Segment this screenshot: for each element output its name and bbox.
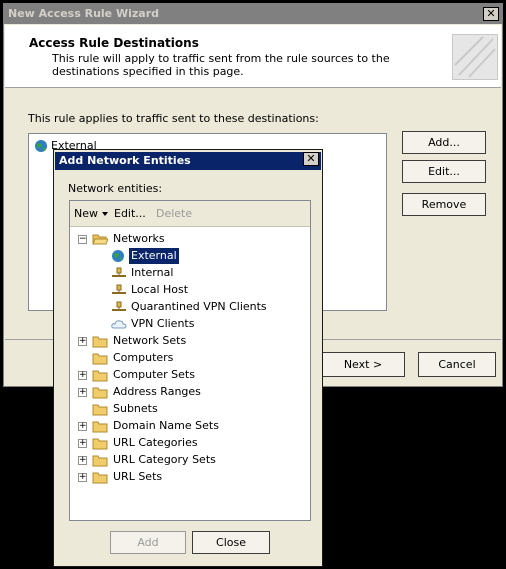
tree-node-network-sets[interactable]: + Network Sets xyxy=(70,333,310,349)
globe-icon xyxy=(112,250,124,262)
tree-node-domain-name-sets[interactable]: + Domain Name Sets xyxy=(70,418,310,434)
add-button-disabled[interactable]: Add xyxy=(110,531,186,554)
tree-label: VPN Clients xyxy=(131,317,195,330)
expand-icon[interactable]: + xyxy=(78,337,87,346)
cancel-button[interactable]: Cancel xyxy=(418,352,496,377)
tree-label: URL Sets xyxy=(113,470,163,483)
folder-icon xyxy=(92,421,108,433)
edit-toolbar-button[interactable]: Edit... xyxy=(114,207,146,220)
tree-label: Subnets xyxy=(113,402,158,415)
tree-label: Computer Sets xyxy=(113,368,195,381)
tree-label: Network Sets xyxy=(113,334,187,347)
tree-label: Networks xyxy=(113,232,165,245)
folder-icon xyxy=(92,336,108,348)
tree-label: External xyxy=(129,248,179,264)
expand-icon[interactable]: + xyxy=(78,473,87,482)
expand-icon[interactable]: + xyxy=(78,422,87,431)
remove-button[interactable]: Remove xyxy=(402,193,486,216)
expand-icon[interactable]: + xyxy=(78,439,87,448)
folder-icon xyxy=(92,370,108,382)
tree-label: URL Categories xyxy=(113,436,198,449)
add-network-entities-dialog: Add Network Entities ✕ Network entities:… xyxy=(53,149,323,567)
next-button[interactable]: Next > xyxy=(321,352,405,377)
tree-node-computers[interactable]: Computers xyxy=(70,350,310,366)
expand-icon[interactable]: + xyxy=(78,388,87,397)
tree-node-external[interactable]: External xyxy=(70,248,310,264)
tree-node-url-categories[interactable]: + URL Categories xyxy=(70,435,310,451)
tree-label: Computers xyxy=(113,351,174,364)
tree-node-vpn-clients[interactable]: VPN Clients xyxy=(70,316,310,332)
page-description: This rule will apply to traffic sent fro… xyxy=(52,52,390,78)
wizard-logo-icon xyxy=(452,34,498,80)
close-button[interactable]: Close xyxy=(192,531,270,554)
folder-icon xyxy=(92,438,108,450)
folder-icon xyxy=(92,472,108,484)
globe-icon xyxy=(35,140,47,152)
wizard-close-button[interactable]: ✕ xyxy=(483,7,499,21)
network-icon xyxy=(112,267,126,277)
folder-icon xyxy=(92,455,108,467)
network-entities-tree[interactable]: − Networks External Internal Local Host xyxy=(70,228,310,518)
expand-icon[interactable]: + xyxy=(78,456,87,465)
tree-label: Address Ranges xyxy=(113,385,201,398)
add-button[interactable]: Add... xyxy=(402,131,486,154)
tree-node-url-category-sets[interactable]: + URL Category Sets xyxy=(70,452,310,468)
folder-icon xyxy=(92,404,108,416)
network-entities-label: Network entities: xyxy=(68,182,163,195)
network-entities-panel: New Edit... Delete − Networks External I… xyxy=(69,200,311,521)
tree-label: Quarantined VPN Clients xyxy=(131,300,267,313)
tree-node-computer-sets[interactable]: + Computer Sets xyxy=(70,367,310,383)
destinations-label: This rule applies to traffic sent to the… xyxy=(28,112,319,125)
tree-label: Domain Name Sets xyxy=(113,419,219,432)
dialog-title-bar: Add Network Entities xyxy=(55,152,321,170)
tree-label: Internal xyxy=(131,266,174,279)
edit-button[interactable]: Edit... xyxy=(402,160,486,183)
expand-icon[interactable]: + xyxy=(78,371,87,380)
toolbar: New Edit... Delete xyxy=(70,201,310,227)
delete-toolbar-button[interactable]: Delete xyxy=(156,207,192,220)
wizard-title-bar: New Access Rule Wizard xyxy=(4,4,502,24)
tree-node-quarantined-vpn-clients[interactable]: Quarantined VPN Clients xyxy=(70,299,310,315)
folder-icon xyxy=(92,353,108,365)
tree-node-networks[interactable]: − Networks xyxy=(70,231,310,247)
tree-node-local-host[interactable]: Local Host xyxy=(70,282,310,298)
tree-node-internal[interactable]: Internal xyxy=(70,265,310,281)
new-menu-button[interactable]: New xyxy=(74,207,98,220)
cloud-icon xyxy=(111,320,127,329)
folder-icon xyxy=(92,387,108,399)
network-icon xyxy=(112,284,126,294)
tree-label: URL Category Sets xyxy=(113,453,216,466)
tree-label: Local Host xyxy=(131,283,189,296)
open-folder-icon xyxy=(92,234,108,245)
dropdown-arrow-icon[interactable] xyxy=(102,212,108,216)
collapse-icon[interactable]: − xyxy=(78,235,87,244)
tree-node-address-ranges[interactable]: + Address Ranges xyxy=(70,384,310,400)
network-icon xyxy=(112,301,126,311)
dialog-close-button[interactable]: ✕ xyxy=(303,152,319,166)
page-title: Access Rule Destinations xyxy=(29,36,199,50)
tree-node-url-sets[interactable]: + URL Sets xyxy=(70,469,310,485)
tree-node-subnets[interactable]: Subnets xyxy=(70,401,310,417)
wizard-header: Access Rule Destinations This rule will … xyxy=(5,25,501,88)
